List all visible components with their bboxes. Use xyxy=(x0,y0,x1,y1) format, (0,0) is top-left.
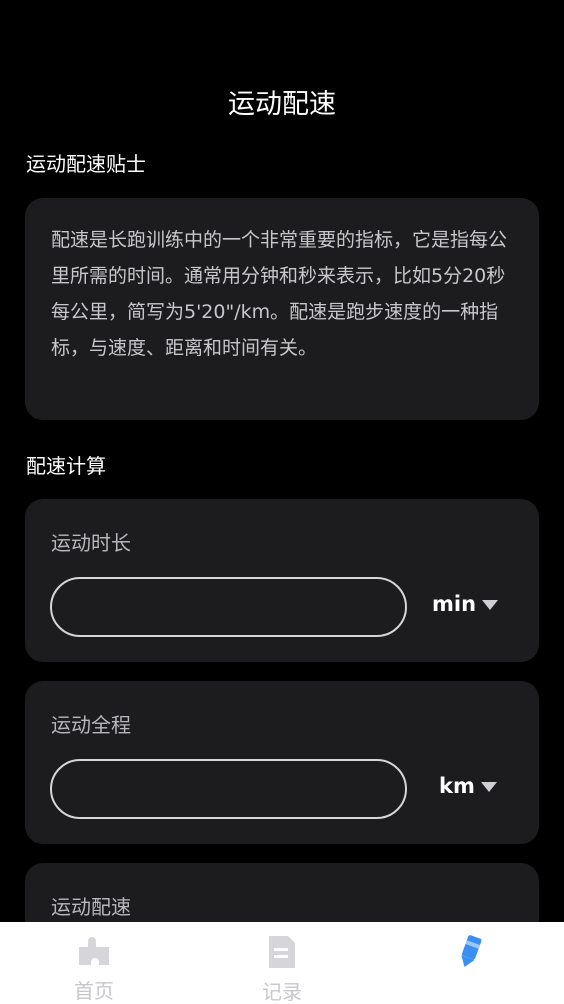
distance-unit-label: km xyxy=(439,774,475,798)
tips-body: 配速是长跑训练中的一个非常重要的指标，它是指每公里所需的时间。通常用分钟和秒来表… xyxy=(51,229,508,359)
distance-label: 运动全程 xyxy=(51,713,131,737)
tips-heading: 运动配速贴士 xyxy=(26,152,146,176)
puzzle-icon xyxy=(74,934,114,969)
duration-unit-select[interactable]: min xyxy=(432,592,499,616)
distance-input[interactable] xyxy=(50,759,407,819)
duration-card: 运动时长 min xyxy=(25,499,539,662)
tips-card: 配速是长跑训练中的一个非常重要的指标，它是指每公里所需的时间。通常用分钟和秒来表… xyxy=(25,198,539,420)
tab-records-label: 记录 xyxy=(262,980,302,1004)
pen-icon xyxy=(450,934,490,970)
caret-down-icon xyxy=(482,600,499,610)
pace-label: 运动配速 xyxy=(51,895,131,919)
calculator-heading: 配速计算 xyxy=(26,454,106,478)
distance-card: 运动全程 km xyxy=(25,681,539,844)
document-icon xyxy=(262,934,302,970)
duration-input[interactable] xyxy=(50,577,407,637)
page-title: 运动配速 xyxy=(228,89,336,120)
caret-down-icon xyxy=(480,782,497,792)
duration-label: 运动时长 xyxy=(51,531,131,555)
tab-records[interactable]: 记录 xyxy=(188,922,376,1004)
tab-pace[interactable] xyxy=(376,922,564,1004)
tab-home[interactable]: 首页 xyxy=(0,922,188,1004)
app-screen: 运动配速 运动配速贴士 配速是长跑训练中的一个非常重要的指标，它是指每公里所需的… xyxy=(0,0,564,1004)
bottom-tab-bar: 首页 记录 xyxy=(0,922,564,1004)
duration-unit-label: min xyxy=(432,592,477,616)
tab-home-label: 首页 xyxy=(74,979,114,1003)
distance-unit-select[interactable]: km xyxy=(439,774,497,798)
